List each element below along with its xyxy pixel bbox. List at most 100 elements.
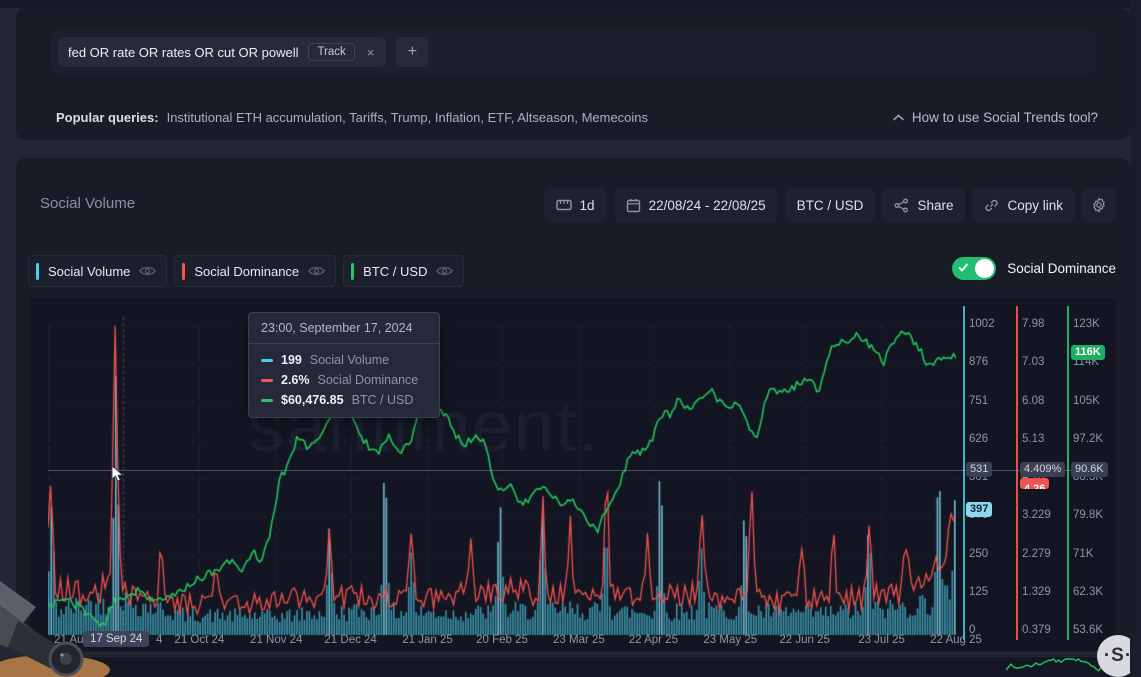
calendar-icon [626, 198, 641, 213]
x-axis-label: 23 Jul 25 [858, 634, 905, 646]
search-input[interactable]: fed OR rate OR rates OR cut OR powell Tr… [50, 30, 1096, 74]
crosshair-horizontal-line [48, 470, 1090, 471]
interval-button[interactable]: 1d [544, 188, 607, 222]
x-axis-label: 21 Jan 25 [402, 634, 453, 646]
axis-tick-label: 7.98 [1022, 318, 1044, 330]
axis-tick-label: 0.379 [1022, 624, 1051, 636]
remove-query-icon[interactable]: × [365, 45, 377, 60]
series-dash-icon [261, 359, 273, 362]
tooltip-row-btc-usd: $60,476.85 BTC / USD [261, 393, 427, 407]
axis-line-btc-usd [1067, 306, 1069, 640]
crosshair-badge-social-dominance: 4.409% [1020, 462, 1065, 477]
x-axis-label: 22 Apr 25 [629, 634, 678, 646]
crosshair-badge-social-volume: 531 [966, 462, 992, 477]
copy-link-button[interactable]: Copy link [972, 188, 1075, 222]
query-chip[interactable]: fed OR rate OR rates OR cut OR powell Tr… [58, 37, 386, 67]
asset-pair-label: BTC / USD [797, 198, 864, 213]
axis-tick-label: 626 [969, 433, 988, 445]
legend-chip-social-dominance[interactable]: Social Dominance [174, 255, 336, 287]
x-axis-label: 21 Oct 24 [174, 634, 224, 646]
popular-queries-label: Popular queries: [56, 110, 159, 125]
social-volume-chart[interactable] [48, 310, 956, 648]
axis-tick-label: 125 [969, 586, 988, 598]
series-dash-icon [261, 399, 273, 402]
crosshair-x-label: 17 Sep 24 [83, 631, 149, 647]
x-axis-label: 23 Mar 25 [553, 634, 605, 646]
settings-button[interactable] [1082, 188, 1116, 222]
legend-color-bar [351, 263, 354, 280]
axis-line-social-dominance [1016, 306, 1018, 640]
check-icon [958, 263, 969, 273]
legend-label: BTC / USD [363, 264, 427, 279]
eye-icon[interactable] [139, 265, 156, 277]
track-button[interactable]: Track [308, 43, 354, 61]
query-text: fed OR rate OR rates OR cut OR powell [68, 45, 298, 60]
asset-pair-button[interactable]: BTC / USD [785, 188, 876, 222]
panel-title: Social Volume [40, 195, 135, 212]
axis-tick-label: 3.229 [1022, 509, 1051, 521]
axis-tick-label: 53.6K [1073, 624, 1103, 636]
tooltip-row-social-volume: 199 Social Volume [261, 353, 427, 367]
next-panel-peek [16, 657, 1130, 677]
copy-link-label: Copy link [1007, 198, 1063, 213]
tooltip-row-social-dominance: 2.6% Social Dominance [261, 373, 427, 387]
chart-controls: 1d 22/08/24 - 22/08/25 BTC / USD Share C… [544, 188, 1116, 222]
axis-tick-label: 6.08 [1022, 395, 1044, 407]
chart-area: santiment. 10028767516265013762501250 7.… [30, 298, 1116, 650]
x-axis-label: 23 May 25 [703, 634, 757, 646]
x-axis-label: 22 Jun 25 [779, 634, 830, 646]
eye-icon[interactable] [436, 265, 453, 277]
current-badge-social-volume: 397 [966, 502, 992, 517]
help-link-label: How to use Social Trends tool? [912, 110, 1098, 125]
axis-tick-label: 97.2K [1073, 433, 1103, 445]
help-link[interactable]: How to use Social Trends tool? [893, 110, 1098, 125]
query-panel: fed OR rate OR rates OR cut OR powell Tr… [16, 8, 1130, 140]
axis-tick-label: 62.3K [1073, 586, 1103, 598]
axis-tick-label: 876 [969, 356, 988, 368]
app-root: fed OR rate OR rates OR cut OR powell Tr… [0, 0, 1141, 677]
legend-chip-btc-usd[interactable]: BTC / USD [343, 255, 464, 287]
popular-queries-list[interactable]: Institutional ETH accumulation, Tariffs,… [167, 110, 648, 125]
social-volume-panel: Social Volume 1d 22/08/24 - 22/08/25 BTC… [16, 158, 1130, 652]
x-axis-label: 20 Feb 25 [476, 634, 528, 646]
x-label-remnant: 4 [156, 634, 162, 646]
axis-tick-label: 71K [1073, 548, 1093, 560]
legend-color-bar [182, 263, 185, 280]
tooltip-timestamp: 23:00, September 17, 2024 [249, 313, 439, 344]
x-axis-label: 21 Dec 24 [324, 634, 376, 646]
eye-icon[interactable] [308, 265, 325, 277]
share-icon [894, 198, 909, 213]
current-badge-social-dominance: 4.26 [1020, 478, 1049, 489]
right-strip [1130, 0, 1141, 677]
date-range-label: 22/08/24 - 22/08/25 [649, 198, 766, 213]
link-icon [984, 198, 999, 213]
x-axis-label: 22 Aug 25 [930, 634, 982, 646]
gear-icon [1091, 197, 1107, 213]
current-badge-btc-usd: 116K [1071, 345, 1105, 360]
chart-tooltip: 23:00, September 17, 2024 199 Social Vol… [248, 312, 440, 418]
share-label: Share [917, 198, 953, 213]
share-button[interactable]: Share [882, 188, 965, 222]
legend-label: Social Volume [48, 264, 130, 279]
chevron-up-icon [893, 114, 904, 121]
social-dominance-toggle-row: Social Dominance [952, 257, 1116, 280]
interval-label: 1d [580, 198, 595, 213]
add-query-button[interactable]: + [396, 37, 428, 67]
axis-tick-label: 250 [969, 548, 988, 560]
x-axis-label: 21 Nov 24 [250, 634, 302, 646]
axis-tick-label: 2.279 [1022, 548, 1051, 560]
axis-tick-label: 79.8K [1073, 509, 1103, 521]
legend-chip-social-volume[interactable]: Social Volume [28, 255, 167, 287]
top-strip [0, 0, 1141, 8]
legend-color-bar [36, 263, 39, 280]
toggle-knob [975, 259, 994, 278]
crosshair-badge-btc-usd: 90.6K [1071, 462, 1108, 477]
axis-tick-label: 751 [969, 395, 988, 407]
axis-tick-label: 105K [1073, 395, 1100, 407]
social-dominance-toggle[interactable] [952, 257, 996, 280]
date-range-button[interactable]: 22/08/24 - 22/08/25 [614, 188, 778, 222]
axis-line-social-volume [963, 306, 965, 640]
axis-tick-label: 1.329 [1022, 586, 1051, 598]
axis-tick-label: 7.03 [1022, 356, 1044, 368]
toggle-label: Social Dominance [1007, 261, 1116, 276]
